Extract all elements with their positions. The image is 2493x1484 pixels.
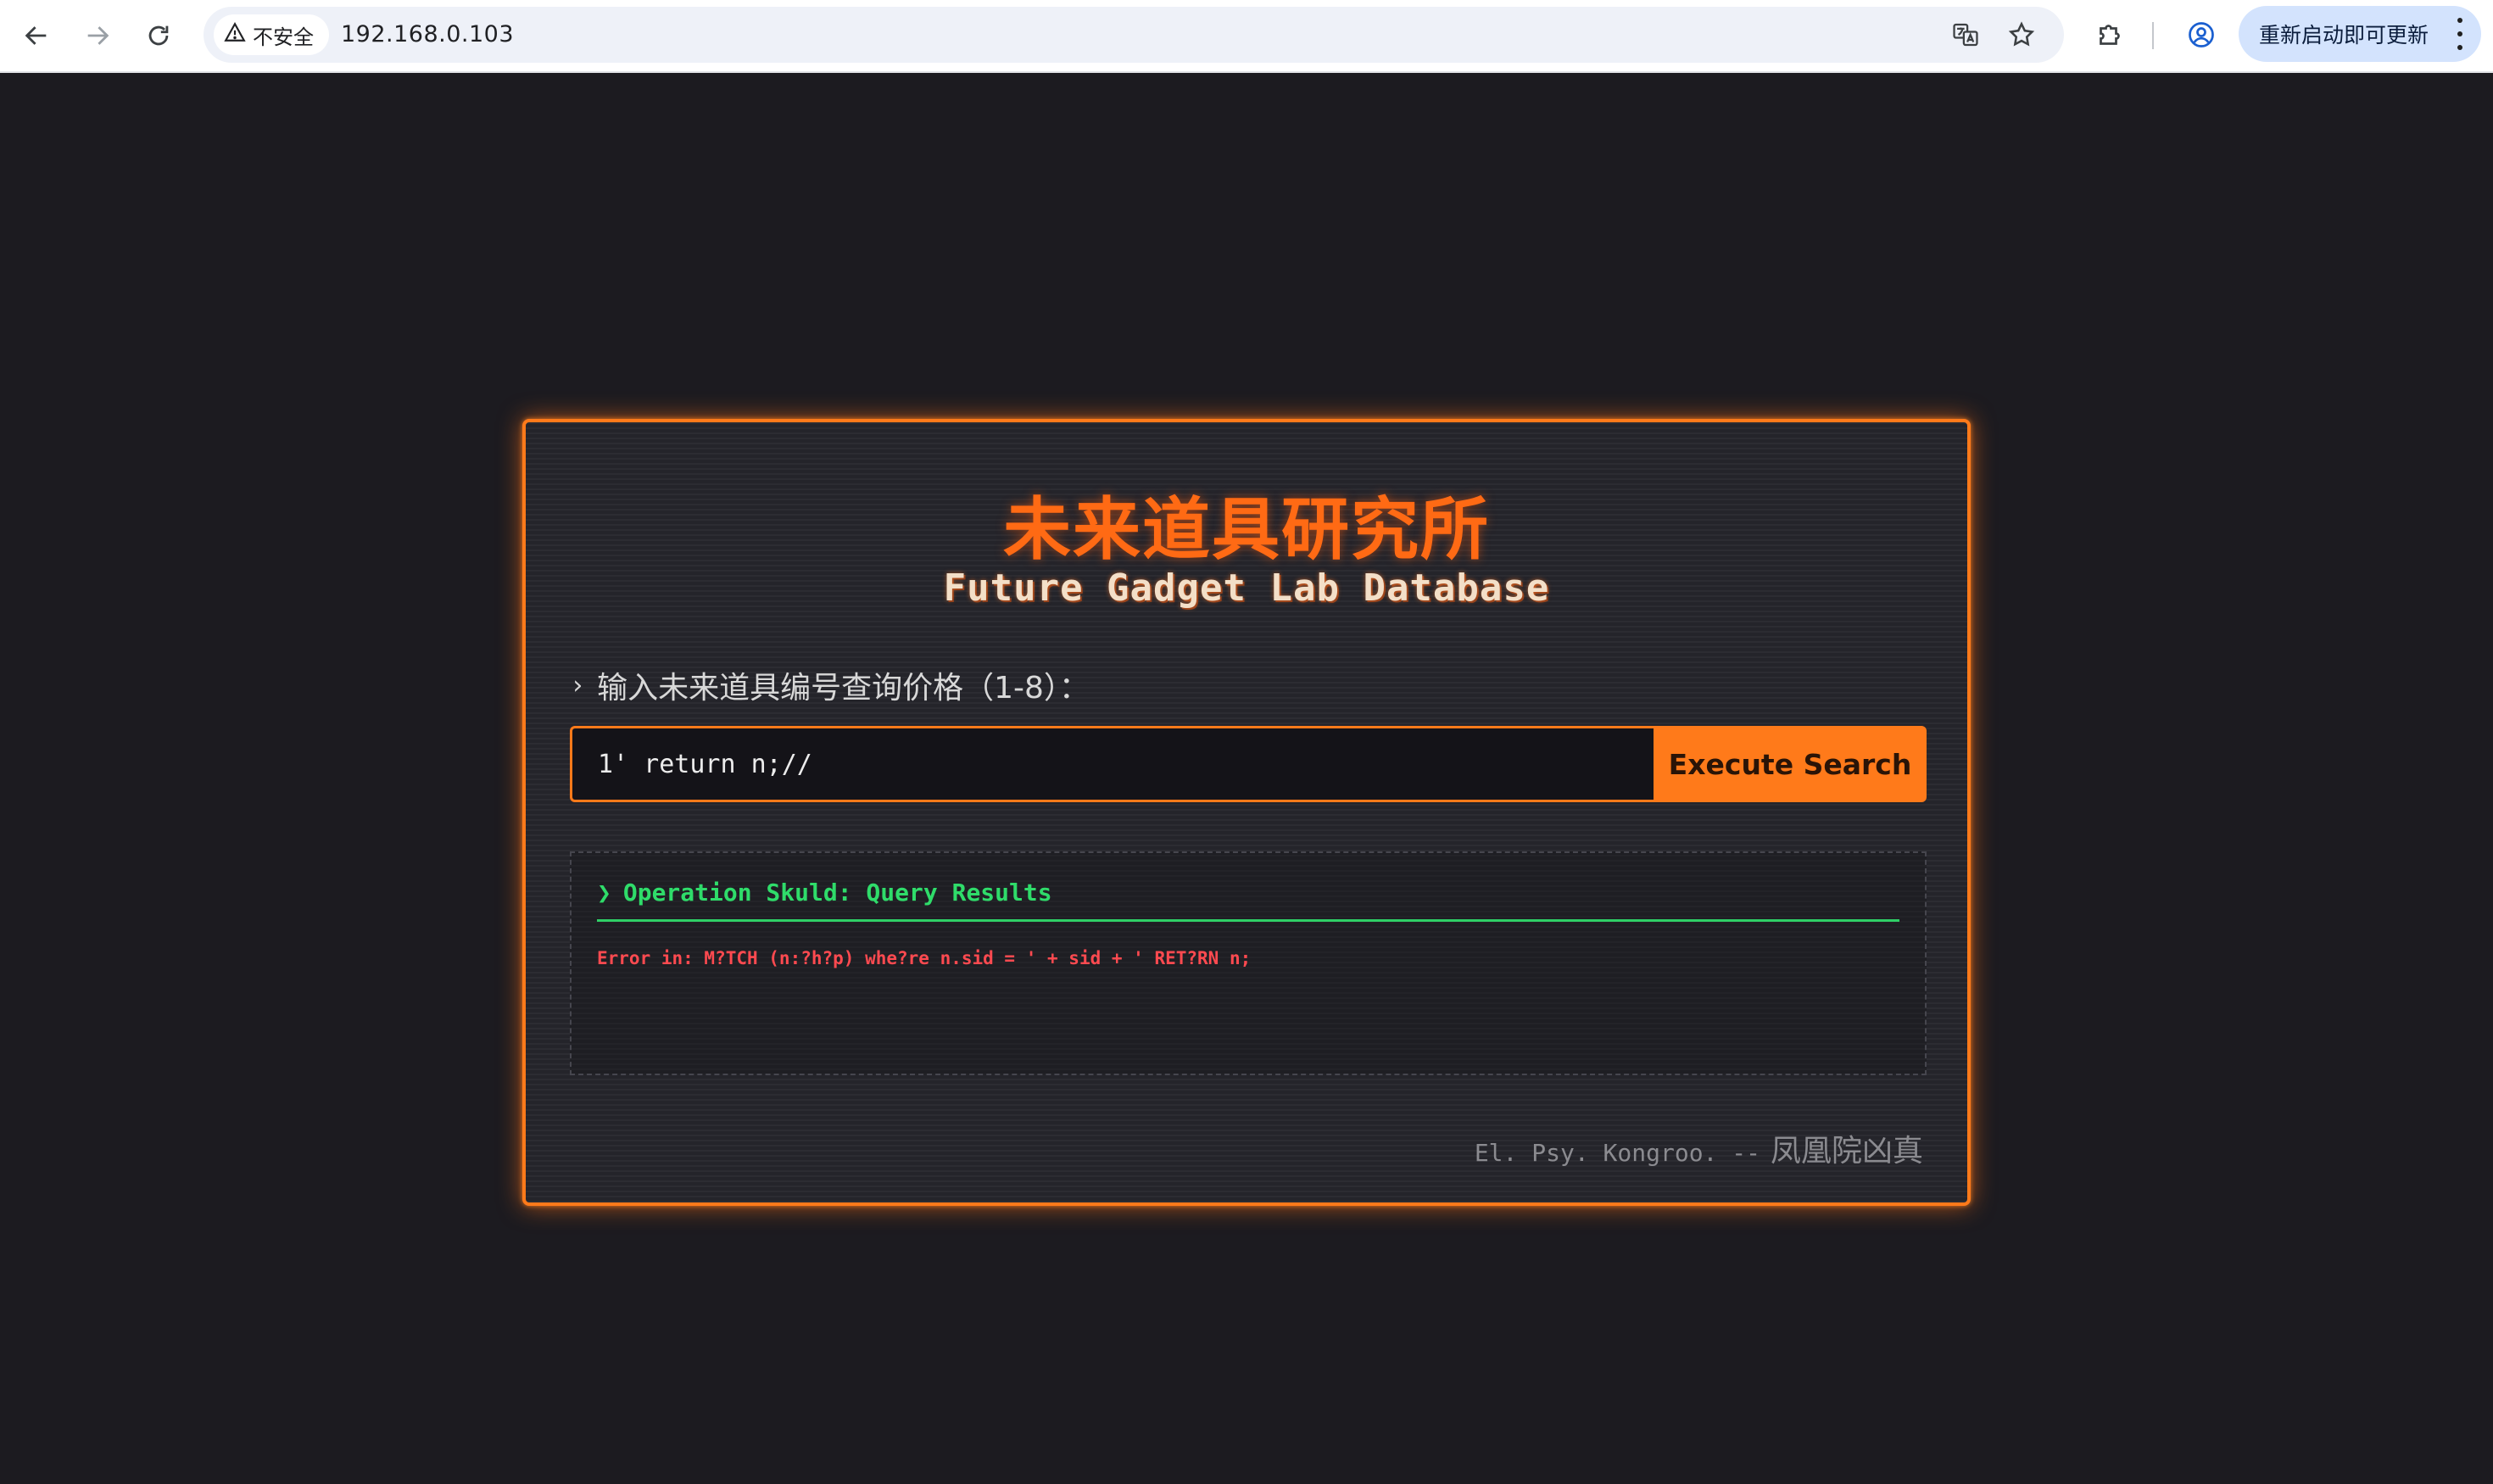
toolbar-divider xyxy=(2152,22,2154,49)
star-icon[interactable] xyxy=(2005,18,2038,52)
page-title: 未来道具研究所 xyxy=(1003,490,1490,569)
lab-panel: 未来道具研究所 Future Gadget Lab Database › 输入未… xyxy=(522,419,1971,1206)
search-form: Execute Search xyxy=(570,726,1927,802)
forward-arrow-icon[interactable] xyxy=(76,14,119,57)
error-message: Error in: M?TCH (n:?h?p) whe?re n.sid = … xyxy=(597,948,1252,968)
puzzle-icon[interactable] xyxy=(2091,16,2128,53)
security-chip[interactable]: 不安全 xyxy=(214,14,329,55)
warning-triangle-icon xyxy=(224,21,246,48)
chevron-right-icon: ❯ xyxy=(597,879,611,907)
results-divider xyxy=(597,919,1899,922)
back-arrow-icon[interactable] xyxy=(15,14,58,57)
results-heading-label: Operation Skuld: Query Results xyxy=(622,879,1052,907)
translate-icon[interactable] xyxy=(1949,18,1983,52)
browser-toolbar: 不安全 192.168.0.103 重新启动即可更新 xyxy=(0,0,2493,73)
results-heading: ❯ Operation Skuld: Query Results xyxy=(597,879,1052,907)
kebab-menu-icon[interactable] xyxy=(2456,18,2464,50)
address-bar[interactable]: 不安全 192.168.0.103 xyxy=(204,7,2064,63)
quote-text: El. Psy. Kongroo. -- xyxy=(1474,1139,1760,1167)
search-prompt-label: 输入未来道具编号查询价格（1-8）： xyxy=(597,671,1090,706)
reload-icon[interactable] xyxy=(137,14,180,57)
search-prompt: › 输入未来道具编号查询价格（1-8）： xyxy=(570,663,1090,707)
results-box: ❯ Operation Skuld: Query Results Error i… xyxy=(570,851,1927,1075)
profile-icon[interactable] xyxy=(2183,16,2220,53)
page-subtitle: Future Gadget Lab Database xyxy=(943,566,1550,610)
chevron-right-icon: › xyxy=(570,670,586,700)
execute-search-button[interactable]: Execute Search xyxy=(1654,726,1927,802)
update-button[interactable]: 重新启动即可更新 xyxy=(2239,6,2481,62)
quote-author: 凤凰院凶真 xyxy=(1770,1134,1923,1169)
url-text[interactable]: 192.168.0.103 xyxy=(341,7,514,63)
gadget-id-input[interactable] xyxy=(570,726,1654,802)
security-label: 不安全 xyxy=(253,25,314,49)
update-button-label: 重新启动即可更新 xyxy=(2259,23,2429,47)
footer-quote: El. Psy. Kongroo. -- 凤凰院凶真 xyxy=(1475,1126,1923,1170)
